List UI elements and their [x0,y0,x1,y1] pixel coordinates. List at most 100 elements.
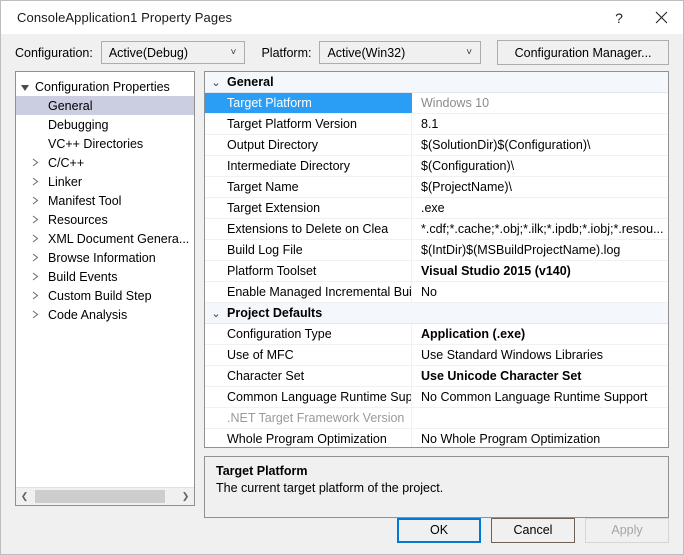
triangle-right-icon [27,196,44,205]
sidebar-item-label: Code Analysis [48,307,128,322]
property-tree[interactable]: Configuration Properties General Debugging… [16,72,194,487]
property-row[interactable]: Use of MFC Use Standard Windows Libraries [205,345,668,366]
property-name: Configuration Type [205,324,412,344]
close-icon[interactable] [639,2,683,34]
configuration-manager-button[interactable]: Configuration Manager... [497,40,669,65]
property-row[interactable]: Build Log File $(IntDir)$(MSBuildProjectN… [205,240,668,261]
scrollbar-track[interactable] [33,488,177,505]
grid-section-header[interactable]: ⌄ General [205,72,668,93]
property-row[interactable]: Whole Program Optimization No Whole Progr… [205,429,668,447]
property-grid[interactable]: ⌄ General Target Platform Windows 10 Target … [204,71,669,448]
scrollbar-thumb[interactable] [35,490,165,503]
property-detail-pane: ⌄ General Target Platform Windows 10 Target … [204,71,669,518]
property-row[interactable]: Target Platform Windows 10 [205,93,668,114]
platform-dropdown-value: Active(Win32) [327,45,406,60]
property-value[interactable]: Windows 10 [412,93,668,113]
property-name: Common Language Runtime Sup... [205,387,412,407]
property-name: Build Log File [205,240,412,260]
sidebar-item-label: Manifest Tool [48,193,122,208]
property-pages-dialog: ConsoleApplication1 Property Pages ? Con… [0,0,684,555]
configuration-dropdown[interactable]: Active(Debug) ˅ [100,41,246,64]
property-value[interactable]: Application (.exe) [412,324,668,344]
property-name: Target Platform [205,93,412,113]
triangle-right-icon [27,234,44,243]
sidebar-item-xml-document-genera[interactable]: XML Document Genera... [16,229,194,248]
property-row[interactable]: .NET Target Framework Version [205,408,668,429]
sidebar-item-linker[interactable]: Linker [16,172,194,191]
property-value[interactable]: Visual Studio 2015 (v140) [412,261,668,281]
property-value[interactable]: $(IntDir)$(MSBuildProjectName).log [412,240,668,260]
sidebar-item-custom-build-step[interactable]: Custom Build Step [16,286,194,305]
property-value[interactable]: No [412,282,668,302]
sidebar-item-manifest-tool[interactable]: Manifest Tool [16,191,194,210]
configuration-bar: Configuration: Active(Debug) ˅ Platform:… [1,34,683,71]
property-name: Platform Toolset [205,261,412,281]
sidebar-item-configuration-properties[interactable]: Configuration Properties [16,77,194,96]
sidebar-item-code-analysis[interactable]: Code Analysis [16,305,194,324]
property-row[interactable]: Common Language Runtime Sup... No Common … [205,387,668,408]
title-bar: ConsoleApplication1 Property Pages ? [1,1,683,34]
sidebar-item-label: Browse Information [48,250,156,265]
sidebar-item-label: General [48,98,93,113]
property-name: Target Name [205,177,412,197]
platform-label: Platform: [261,45,312,60]
property-row[interactable]: Intermediate Directory $(Configuration)\ [205,156,668,177]
help-icon[interactable]: ? [599,2,639,34]
property-value[interactable]: $(ProjectName)\ [412,177,668,197]
sidebar-item-debugging[interactable]: Debugging [16,115,194,134]
grid-section-title: General [227,75,274,89]
cancel-button[interactable]: Cancel [491,517,575,543]
property-value[interactable]: Use Standard Windows Libraries [412,345,668,365]
chevron-right-icon[interactable]: ❯ [177,488,194,505]
property-value[interactable]: No Common Language Runtime Support [412,387,668,407]
configuration-label: Configuration: [15,45,93,60]
grid-section-title: Project Defaults [227,306,323,320]
sidebar-item-build-events[interactable]: Build Events [16,267,194,286]
property-row[interactable]: Character Set Use Unicode Character Set [205,366,668,387]
sidebar-item-label: Debugging [48,117,109,132]
chevron-down-icon[interactable]: ⌄ [205,307,227,320]
dialog-footer: OK Cancel Apply [1,506,683,554]
property-value[interactable] [412,408,668,428]
property-row[interactable]: Configuration Type Application (.exe) [205,324,668,345]
property-name: .NET Target Framework Version [205,408,412,428]
sidebar-item-resources[interactable]: Resources [16,210,194,229]
sidebar-item-browse-information[interactable]: Browse Information [16,248,194,267]
property-name: Extensions to Delete on Clea [205,219,412,239]
sidebar-item-vc-directories[interactable]: VC++ Directories [16,134,194,153]
grid-section-header[interactable]: ⌄ Project Defaults [205,303,668,324]
property-name: Intermediate Directory [205,156,412,176]
property-name: Use of MFC [205,345,412,365]
property-row[interactable]: Output Directory $(SolutionDir)$(Configur… [205,135,668,156]
description-text: The current target platform of the proje… [216,481,444,495]
triangle-down-icon [16,83,33,91]
property-row[interactable]: Target Extension .exe [205,198,668,219]
property-tree-pane: Configuration Properties General Debugging… [15,71,195,506]
chevron-left-icon[interactable]: ❮ [16,488,33,505]
property-row[interactable]: Target Name $(ProjectName)\ [205,177,668,198]
property-value[interactable]: $(Configuration)\ [412,156,668,176]
triangle-right-icon [27,177,44,186]
property-value[interactable]: Use Unicode Character Set [412,366,668,386]
tree-horizontal-scrollbar[interactable]: ❮ ❯ [16,487,194,505]
sidebar-item-label: Build Events [48,269,118,284]
property-row[interactable]: Platform Toolset Visual Studio 2015 (v140… [205,261,668,282]
property-value[interactable]: $(SolutionDir)$(Configuration)\ [412,135,668,155]
property-value[interactable]: .exe [412,198,668,218]
triangle-right-icon [27,272,44,281]
property-value[interactable]: 8.1 [412,114,668,134]
property-value[interactable]: No Whole Program Optimization [412,429,668,447]
sidebar-item-label: XML Document Genera... [48,231,190,246]
property-row[interactable]: Target Platform Version 8.1 [205,114,668,135]
sidebar-item-label: Linker [48,174,83,189]
sidebar-item-general[interactable]: General [16,96,194,115]
ok-button[interactable]: OK [397,517,481,543]
property-value[interactable]: *.cdf;*.cache;*.obj;*.ilk;*.ipdb;*.iobj;… [412,219,668,239]
platform-dropdown[interactable]: Active(Win32) ˅ [319,41,482,64]
triangle-right-icon [27,291,44,300]
property-name: Enable Managed Incremental Build [205,282,412,302]
chevron-down-icon[interactable]: ⌄ [205,76,227,89]
property-row[interactable]: Enable Managed Incremental Build No [205,282,668,303]
property-row[interactable]: Extensions to Delete on Clea *.cdf;*.cach… [205,219,668,240]
sidebar-item-c-c[interactable]: C/C++ [16,153,194,172]
